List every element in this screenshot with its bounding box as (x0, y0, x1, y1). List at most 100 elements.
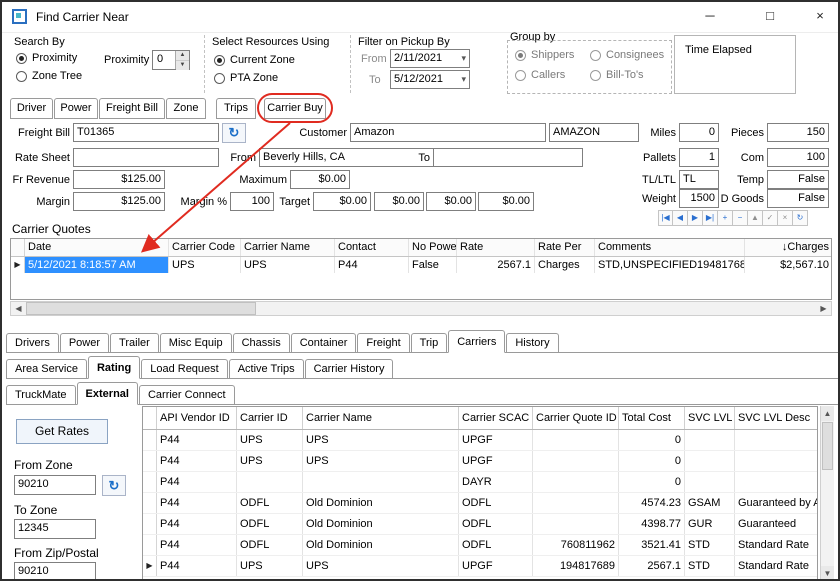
column-header-carrier-name-2[interactable]: Carrier Name (303, 407, 459, 429)
tab-container[interactable]: Container (291, 333, 357, 352)
nav-next-icon[interactable]: ▶ (688, 210, 703, 226)
table-row-selected[interactable]: ▶ P44 UPS UPS UPGF 194817689 2567.1 STD … (143, 556, 817, 577)
nav-first-icon[interactable]: |◀ (658, 210, 673, 226)
cell[interactable]: UPGF (459, 451, 533, 471)
cell[interactable]: 2567.1 (619, 556, 685, 576)
cell[interactable]: 760811962 (533, 535, 619, 555)
cell[interactable]: 0 (619, 472, 685, 492)
cell[interactable] (533, 514, 619, 534)
tab-active-trips[interactable]: Active Trips (229, 359, 304, 378)
cell[interactable]: GSAM (685, 493, 735, 513)
cell[interactable]: P44 (157, 514, 237, 534)
cell[interactable]: P44 (157, 472, 237, 492)
nav-prior-icon[interactable]: ◀ (673, 210, 688, 226)
tab-area-service[interactable]: Area Service (6, 359, 87, 378)
rate-sheet-input[interactable] (73, 148, 219, 167)
column-header-rate-per[interactable]: Rate Per (535, 239, 595, 256)
tab-load-request[interactable]: Load Request (141, 359, 228, 378)
scroll-up-icon[interactable]: ▲ (821, 406, 834, 421)
radio-pta-zone[interactable]: PTA Zone (214, 71, 278, 85)
column-header-charges[interactable]: ↓Charges (745, 239, 832, 256)
column-header-comments[interactable]: Comments (595, 239, 745, 256)
scrollbar-thumb[interactable] (822, 422, 833, 470)
maximize-button[interactable]: □ (750, 2, 790, 30)
tab-carriers[interactable]: Carriers (448, 330, 505, 353)
cell[interactable]: ODFL (459, 535, 533, 555)
cell[interactable]: Guaranteed by AM (735, 493, 818, 513)
cell[interactable]: UPS (303, 430, 459, 450)
maximum-input[interactable]: $0.00 (290, 170, 350, 189)
customer-code-input[interactable]: AMAZON (549, 123, 639, 142)
nav-delete-icon[interactable]: − (733, 210, 748, 226)
cell[interactable]: ODFL (459, 514, 533, 534)
cell[interactable]: UPGF (459, 430, 533, 450)
fr-revenue-input[interactable]: $125.00 (73, 170, 165, 189)
column-header-carrier-name[interactable]: Carrier Name (241, 239, 335, 256)
tab-truckmate[interactable]: TruckMate (6, 385, 76, 404)
pickup-to-field[interactable]: 5/12/2021 ▾ (390, 70, 470, 89)
column-header-rate[interactable]: Rate (457, 239, 535, 256)
cell[interactable] (685, 451, 735, 471)
spinner-up-icon[interactable]: ▲ (176, 51, 189, 61)
table-row[interactable]: ▶ 5/12/2021 8:18:57 AM UPS UPS P44 False… (11, 257, 831, 273)
cell[interactable]: Standard Rate (735, 535, 818, 555)
cell[interactable]: UPS (237, 451, 303, 471)
cell[interactable]: STD,UNSPECIFIED194817689 (595, 257, 745, 273)
radio-bill-tos[interactable]: Bill-To's (590, 68, 644, 82)
cell[interactable]: UPS (237, 430, 303, 450)
proximity-value[interactable]: 0 (153, 51, 175, 69)
radio-proximity[interactable]: Proximity (16, 51, 77, 65)
vertical-scrollbar[interactable]: ▲ ▼ (820, 406, 834, 581)
nav-refresh-icon[interactable]: ↻ (793, 210, 808, 226)
cell[interactable]: Old Dominion (303, 514, 459, 534)
radio-shippers[interactable]: Shippers (515, 48, 574, 62)
column-header-svc-lvl-desc[interactable]: SVC LVL Desc (735, 407, 818, 429)
cell[interactable]: P44 (157, 556, 237, 576)
amount2-input[interactable]: $0.00 (374, 192, 424, 211)
to-input[interactable] (433, 148, 583, 167)
nav-edit-icon[interactable]: ▲ (748, 210, 763, 226)
tab-chassis[interactable]: Chassis (233, 333, 290, 352)
scroll-right-icon[interactable]: ▶ (816, 302, 831, 315)
close-button[interactable]: × (800, 2, 840, 30)
customer-input[interactable]: Amazon (350, 123, 546, 142)
cell[interactable]: P44 (157, 451, 237, 471)
cell[interactable]: 5/12/2021 8:18:57 AM (25, 257, 169, 273)
column-header-contact[interactable]: Contact (335, 239, 409, 256)
cell[interactable]: P44 (157, 430, 237, 450)
from-zone-refresh-button[interactable]: ↻ (102, 475, 126, 496)
tab-rating[interactable]: Rating (88, 356, 140, 379)
pallets-input[interactable]: 1 (679, 148, 719, 167)
from-zone-input[interactable]: 90210 (14, 475, 96, 495)
table-row[interactable]: P44 ODFL Old Dominion ODFL 760811962 352… (143, 535, 817, 556)
cell[interactable]: ODFL (237, 493, 303, 513)
cell[interactable]: UPS (303, 451, 459, 471)
cell[interactable]: Old Dominion (303, 535, 459, 555)
cell[interactable]: Guaranteed (735, 514, 818, 534)
margin-input[interactable]: $125.00 (73, 192, 165, 211)
proximity-spinner[interactable]: 0 ▲ ▼ (152, 50, 190, 70)
column-header-api-vendor-id[interactable]: API Vendor ID (157, 407, 237, 429)
weight-input[interactable]: 1500 (679, 189, 719, 208)
tab-external[interactable]: External (77, 382, 138, 405)
get-rates-button[interactable]: Get Rates (16, 419, 108, 444)
cell[interactable]: UPS (237, 556, 303, 576)
miles-input[interactable]: 0 (679, 123, 719, 142)
tab-trailer[interactable]: Trailer (110, 333, 159, 352)
amount4-input[interactable]: $0.00 (478, 192, 534, 211)
cell[interactable]: Standard Rate (735, 556, 818, 576)
freight-bill-refresh-button[interactable]: ↻ (222, 123, 246, 143)
cell[interactable]: ODFL (237, 514, 303, 534)
table-row[interactable]: P44 UPS UPS UPGF 0 (143, 451, 817, 472)
cell[interactable]: GUR (685, 514, 735, 534)
tab-drivers[interactable]: Drivers (6, 333, 59, 352)
table-row[interactable]: P44 UPS UPS UPGF 0 (143, 430, 817, 451)
tl-ltl-input[interactable]: TL (679, 170, 719, 189)
table-row[interactable]: P44 ODFL Old Dominion ODFL 4574.23 GSAM … (143, 493, 817, 514)
cell[interactable] (685, 430, 735, 450)
freight-bill-input[interactable]: T01365 (73, 123, 219, 142)
com-input[interactable]: 100 (767, 148, 829, 167)
scrollbar-thumb[interactable] (26, 302, 256, 315)
table-row[interactable]: P44 ODFL Old Dominion ODFL 4398.77 GUR G… (143, 514, 817, 535)
d-goods-input[interactable]: False (767, 189, 829, 208)
